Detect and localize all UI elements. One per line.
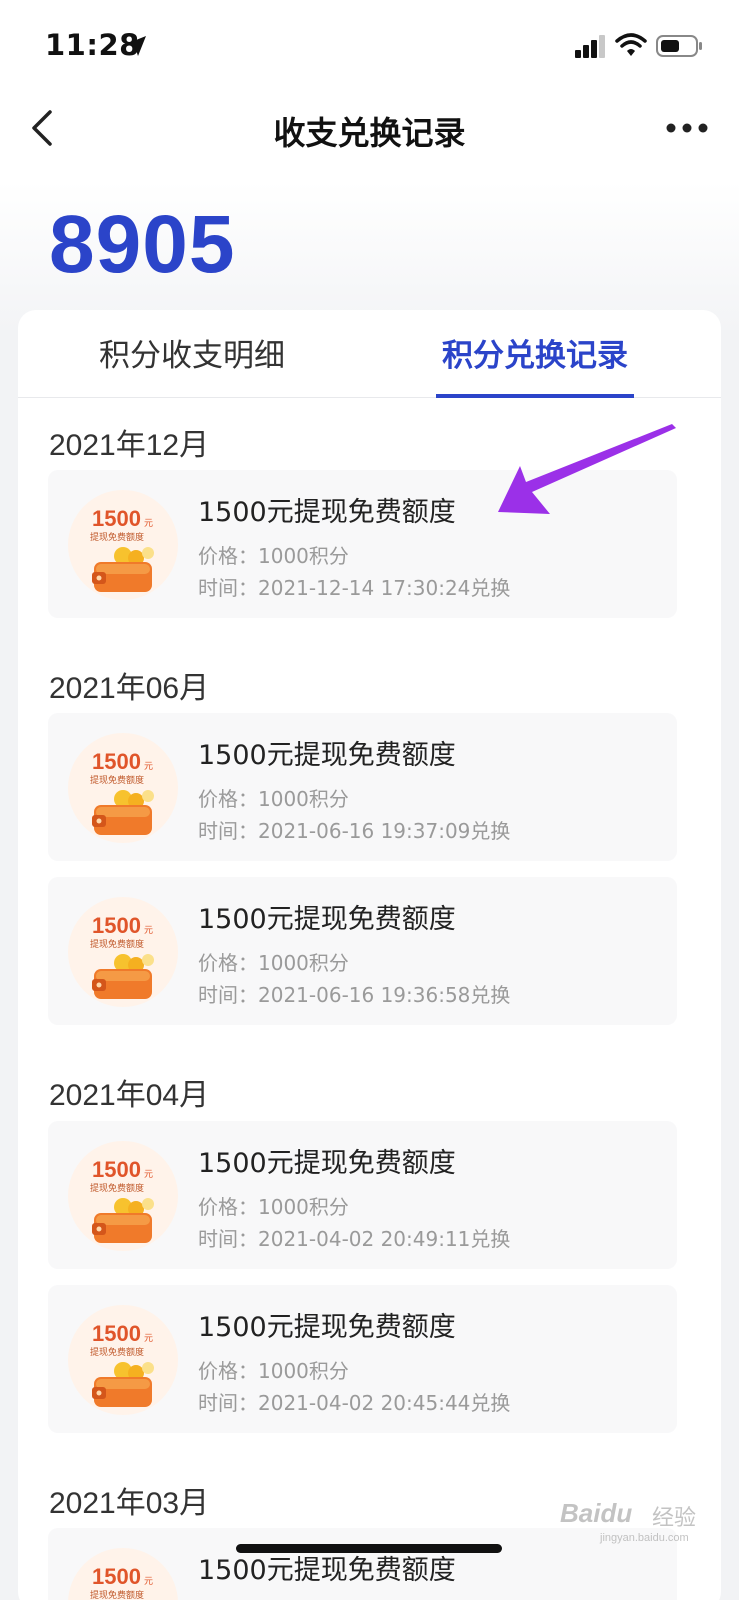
record-title: 1500元提现免费额度 [198,1312,456,1343]
record-time: 时间：2021-12-14 17:30:24兑换 [198,576,511,600]
record-title: 1500元提现免费额度 [198,497,456,528]
record-time: 时间：2021-06-16 19:36:58兑换 [198,983,511,1007]
record-price: 价格：1000积分 [198,1359,349,1383]
tab-exchange-records[interactable]: 积分兑换记录 [436,330,634,398]
icon-caption: 提现免费额度 [90,531,144,543]
icon-amount: 1500 [92,913,141,938]
record-time: 时间：2021-04-02 20:49:11兑换 [198,1227,511,1251]
wallet-coins-icon: 1500 元提现免费额度 [68,897,178,1007]
tab-bar: 积分收支明细 积分兑换记录 [18,310,721,398]
wallet-coins-icon: 1500 元提现免费额度 [68,1548,178,1600]
watermark: Baidu 经验 jingyan.baidu.com [560,1492,710,1552]
record-title: 1500元提现免费额度 [198,1555,456,1586]
icon-caption: 提现免费额度 [90,1346,144,1358]
month-header: 2021年03月 [49,1487,210,1520]
more-dots-icon[interactable] [664,114,710,142]
month-header: 2021年06月 [49,672,210,705]
location-arrow-icon [126,36,146,56]
icon-unit: 元 [144,926,153,936]
icon-caption: 提现免费额度 [90,1589,144,1600]
record-title: 1500元提现免费额度 [198,740,456,771]
watermark-brand: Baidu [560,1498,633,1528]
exchange-record-card[interactable]: 1500 元提现免费额度 1500元提现免费额度 价格：1000积分 时间：2021-0… [48,877,677,1025]
record-price: 价格：1000积分 [198,544,349,568]
home-indicator[interactable] [236,1544,502,1553]
status-bar: 11:28 [0,0,739,92]
points-balance: 8905 [49,199,236,290]
icon-amount: 1500 [92,1157,141,1182]
watermark-url: jingyan.baidu.com [600,1532,689,1544]
icon-unit: 元 [144,762,153,772]
wallet-coins-icon: 1500 元提现免费额度 [68,490,178,600]
tab-points-detail[interactable]: 积分收支明细 [92,330,292,398]
exchange-record-card[interactable]: 1500 元提现免费额度 1500元提现免费额度 价格：1000积分 时间：2021-0… [48,1121,677,1269]
record-price: 价格：1000积分 [198,1195,349,1219]
icon-caption: 提现免费额度 [90,1182,144,1194]
nav-bar: 收支兑换记录 [0,92,739,172]
icon-unit: 元 [144,1334,153,1344]
record-title: 1500元提现免费额度 [198,1148,456,1179]
icon-unit: 元 [144,519,153,529]
annotation-arrow-icon [498,424,676,514]
record-title: 1500元提现免费额度 [198,904,456,935]
icon-caption: 提现免费额度 [90,774,144,786]
month-header: 2021年12月 [49,429,210,462]
icon-amount: 1500 [92,749,141,774]
exchange-record-card[interactable]: 1500 元提现免费额度 1500元提现免费额度 价格：1000积分 时间：2021-0… [48,1285,677,1433]
active-tab-indicator [436,394,634,398]
exchange-record-card[interactable]: 1500 元提现免费额度 1500元提现免费额度 价格：1000积分 时间：2021-0… [48,713,677,861]
page-title: 收支兑换记录 [273,114,466,152]
tab-label: 积分收支明细 [99,338,285,374]
icon-amount: 1500 [92,1321,141,1346]
record-time: 时间：2021-04-02 20:45:44兑换 [198,1391,511,1415]
month-header: 2021年04月 [49,1079,210,1112]
record-price: 价格：1000积分 [198,787,349,811]
signal-icon [575,35,605,58]
icon-unit: 元 [144,1577,153,1587]
tab-label: 积分兑换记录 [442,338,628,374]
record-time: 时间：2021-06-16 19:37:09兑换 [198,819,511,843]
wallet-coins-icon: 1500 元提现免费额度 [68,733,178,843]
icon-amount: 1500 [92,1564,141,1589]
watermark-text: 经验 [652,1505,697,1530]
battery-icon [656,35,702,57]
wallet-coins-icon: 1500 元提现免费额度 [68,1305,178,1415]
icon-caption: 提现免费额度 [90,938,144,950]
wallet-coins-icon: 1500 元提现免费额度 [68,1141,178,1251]
record-price: 价格：1000积分 [198,951,349,975]
icon-unit: 元 [144,1170,153,1180]
wifi-icon [615,33,647,56]
icon-amount: 1500 [92,506,141,531]
